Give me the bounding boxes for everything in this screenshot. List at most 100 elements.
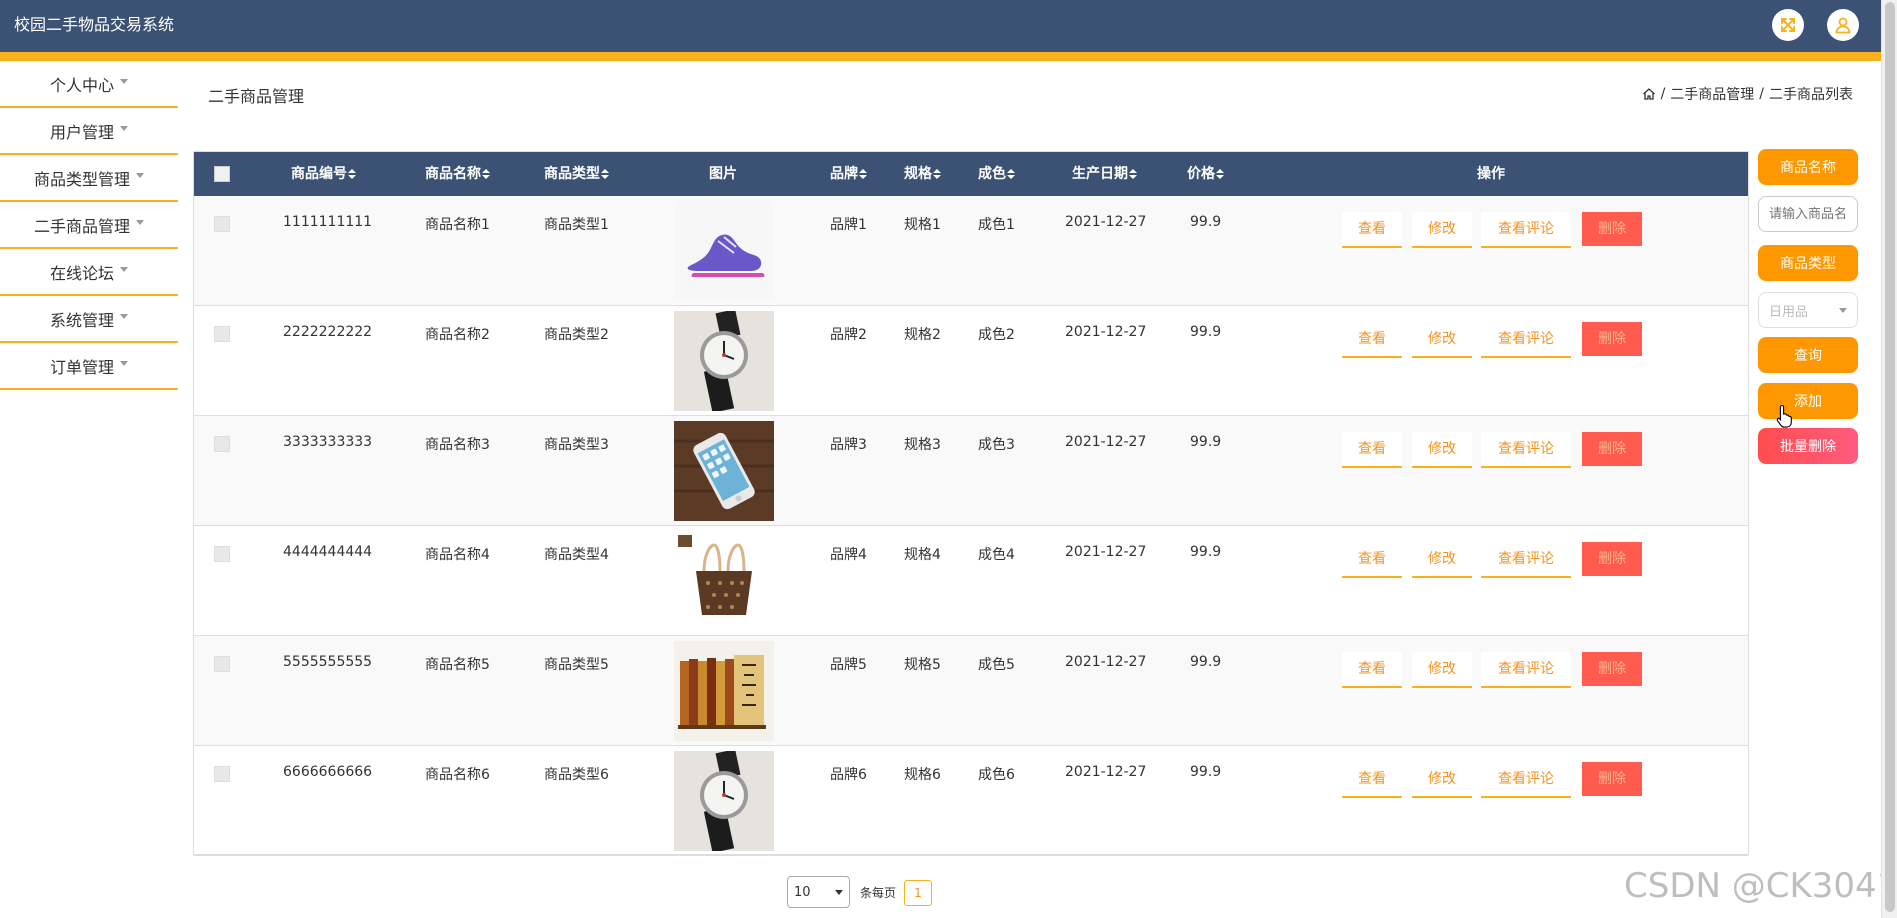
view-button[interactable]: 查看	[1342, 652, 1402, 688]
breadcrumb-item[interactable]: 二手商品管理	[1670, 84, 1754, 104]
view-comments-button[interactable]: 查看评论	[1481, 432, 1571, 468]
product-type-select[interactable]: 日用品	[1758, 292, 1858, 328]
view-button[interactable]: 查看	[1342, 322, 1402, 358]
cell-date: 2021-12-27	[1065, 214, 1147, 230]
page-number-current[interactable]: 1	[904, 880, 932, 906]
sidebar-item-label: 用户管理	[49, 122, 114, 142]
select-all-checkbox[interactable]	[214, 166, 230, 182]
sidebar-item-online-forum[interactable]: 在线论坛	[0, 249, 178, 296]
delete-button[interactable]: 删除	[1582, 542, 1642, 576]
user-icon	[1835, 17, 1851, 34]
sidebar-item-label: 个人中心	[49, 75, 114, 95]
vertical-scrollbar[interactable]	[1881, 0, 1897, 918]
per-page-label: 条每页	[860, 886, 897, 900]
sidebar-item-user-management[interactable]: 用户管理	[0, 108, 178, 155]
cell-condition: 成色2	[978, 327, 1015, 343]
cell-name: 商品名称1	[425, 217, 490, 233]
batch-delete-button[interactable]: 批量删除	[1758, 428, 1858, 464]
edit-button[interactable]: 修改	[1412, 652, 1472, 688]
view-comments-button[interactable]: 查看评论	[1481, 212, 1571, 248]
column-header-date[interactable]: 生产日期	[1072, 152, 1137, 196]
search-button[interactable]: 查询	[1758, 337, 1858, 373]
column-header-brand[interactable]: 品牌	[830, 152, 867, 196]
chevron-down-icon	[120, 267, 128, 272]
cell-price: 99.9	[1190, 764, 1222, 780]
sidebar-item-order-management[interactable]: 订单管理	[0, 343, 178, 390]
cell-spec: 规格2	[904, 327, 941, 343]
column-header-name[interactable]: 商品名称	[425, 152, 490, 196]
edit-button[interactable]: 修改	[1412, 322, 1472, 358]
home-icon[interactable]	[1642, 87, 1656, 101]
add-button[interactable]: 添加	[1758, 383, 1858, 419]
cell-name: 商品名称3	[425, 437, 490, 453]
row-checkbox[interactable]	[214, 436, 230, 452]
table-row: 2222222222 商品名称2 商品类型2 品牌2 规格2 成色2 2021-…	[194, 306, 1748, 416]
app-title: 校园二手物品交易系统	[14, 15, 175, 34]
table-header: 商品编号 商品名称 商品类型 图片 品牌 规格 成色 生产日期 价格 操作	[194, 152, 1748, 196]
edit-button[interactable]: 修改	[1412, 212, 1472, 248]
product-type-label-button[interactable]: 商品类型	[1758, 245, 1858, 281]
cell-code: 4444444444	[283, 544, 373, 560]
view-button[interactable]: 查看	[1342, 212, 1402, 248]
cell-price: 99.9	[1190, 654, 1222, 670]
cell-brand: 品牌6	[830, 767, 867, 783]
view-comments-button[interactable]: 查看评论	[1481, 762, 1571, 798]
fullscreen-button[interactable]	[1772, 9, 1804, 41]
cell-condition: 成色3	[978, 437, 1015, 453]
delete-button[interactable]: 删除	[1582, 322, 1642, 356]
delete-button[interactable]: 删除	[1582, 652, 1642, 686]
view-button[interactable]: 查看	[1342, 542, 1402, 578]
edit-button[interactable]: 修改	[1412, 432, 1472, 468]
row-checkbox[interactable]	[214, 216, 230, 232]
view-button[interactable]: 查看	[1342, 762, 1402, 798]
column-header-code[interactable]: 商品编号	[291, 152, 356, 196]
row-checkbox[interactable]	[214, 656, 230, 672]
column-header-actions: 操作	[1477, 166, 1505, 182]
cell-price: 99.9	[1190, 434, 1222, 450]
sort-icon	[482, 169, 490, 179]
cell-code: 2222222222	[283, 324, 373, 340]
cell-condition: 成色5	[978, 657, 1015, 673]
user-avatar-button[interactable]	[1827, 9, 1859, 41]
view-button[interactable]: 查看	[1342, 432, 1402, 468]
view-comments-button[interactable]: 查看评论	[1481, 542, 1571, 578]
cell-condition: 成色4	[978, 547, 1015, 563]
page-size-select[interactable]: 10	[787, 876, 850, 908]
column-header-price[interactable]: 价格	[1187, 152, 1224, 196]
cell-price: 99.9	[1190, 214, 1222, 230]
sidebar-item-system-management[interactable]: 系统管理	[0, 296, 178, 343]
delete-button[interactable]: 删除	[1582, 432, 1642, 466]
chevron-down-icon	[136, 173, 144, 178]
column-header-condition[interactable]: 成色	[978, 152, 1015, 196]
edit-button[interactable]: 修改	[1412, 542, 1472, 578]
sidebar-item-label: 系统管理	[49, 310, 114, 330]
delete-button[interactable]: 删除	[1582, 212, 1642, 246]
scrollbar-thumb[interactable]	[1885, 2, 1895, 912]
cell-spec: 规格1	[904, 217, 941, 233]
cell-code: 3333333333	[283, 434, 373, 450]
sidebar-item-label: 订单管理	[49, 357, 114, 377]
view-comments-button[interactable]: 查看评论	[1481, 652, 1571, 688]
product-image-shoe	[674, 201, 774, 301]
column-header-type[interactable]: 商品类型	[544, 152, 609, 196]
cell-date: 2021-12-27	[1065, 324, 1147, 340]
cell-type: 商品类型6	[544, 767, 609, 783]
delete-button[interactable]: 删除	[1582, 762, 1642, 796]
view-comments-button[interactable]: 查看评论	[1481, 322, 1571, 358]
edit-button[interactable]: 修改	[1412, 762, 1472, 798]
cell-name: 商品名称2	[425, 327, 490, 343]
sidebar-item-personal-center[interactable]: 个人中心	[0, 61, 178, 108]
column-header-spec[interactable]: 规格	[904, 152, 941, 196]
row-checkbox[interactable]	[214, 326, 230, 342]
cell-name: 商品名称5	[425, 657, 490, 673]
product-name-label-button[interactable]: 商品名称	[1758, 149, 1858, 185]
top-header: 校园二手物品交易系统	[0, 0, 1881, 52]
sidebar-item-secondhand-product-management[interactable]: 二手商品管理	[0, 202, 178, 249]
cell-date: 2021-12-27	[1065, 544, 1147, 560]
row-checkbox[interactable]	[214, 766, 230, 782]
product-name-search-input[interactable]	[1758, 196, 1858, 232]
row-checkbox[interactable]	[214, 546, 230, 562]
breadcrumb-current: 二手商品列表	[1769, 87, 1853, 103]
sidebar-item-product-type-management[interactable]: 商品类型管理	[0, 155, 178, 202]
cell-brand: 品牌2	[830, 327, 867, 343]
